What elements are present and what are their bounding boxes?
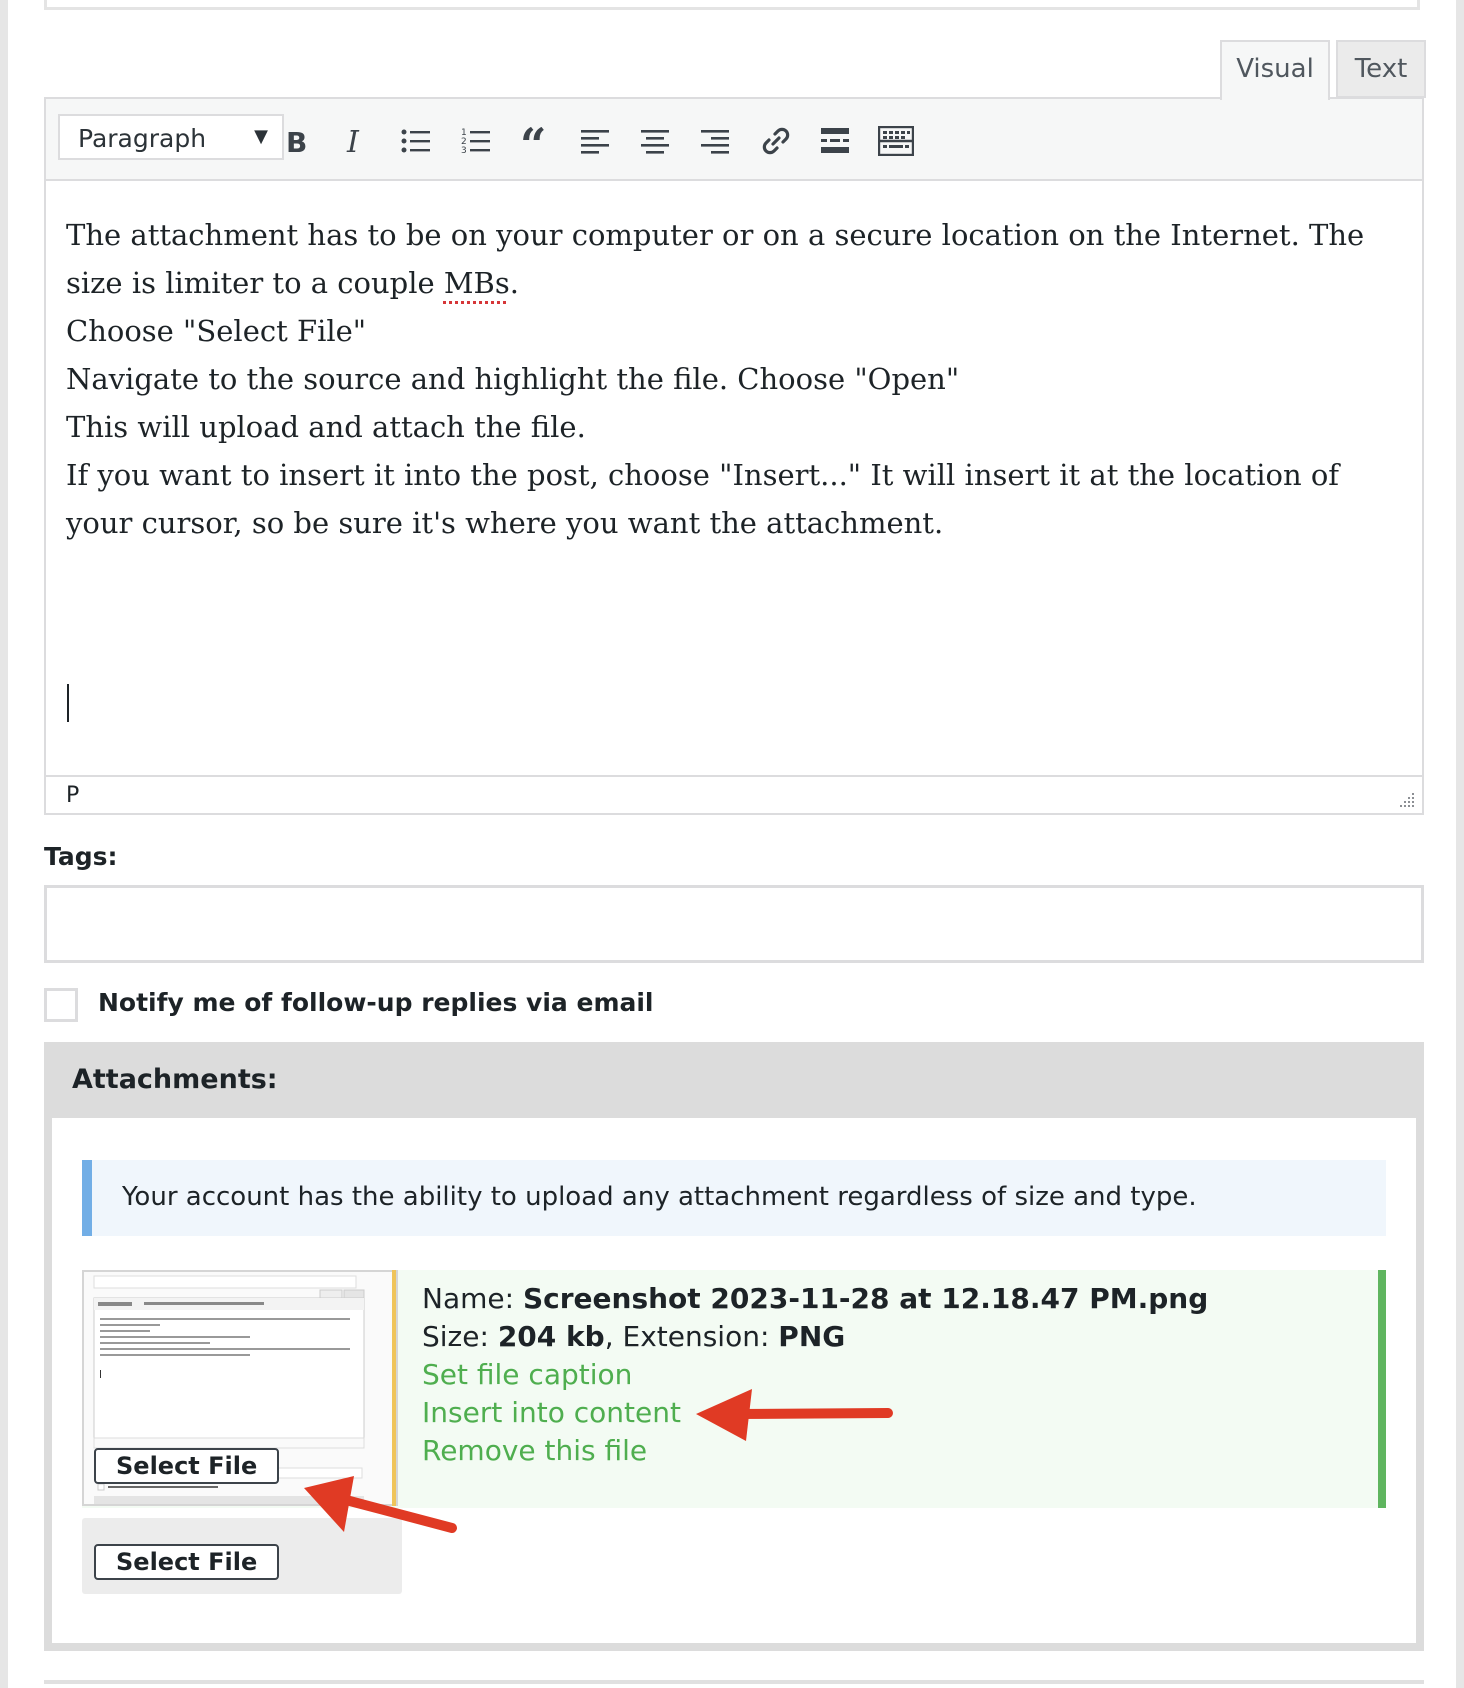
tab-text[interactable]: Text	[1336, 40, 1426, 98]
insert-into-content-link[interactable]: Insert into content	[422, 1394, 1208, 1432]
attachment-file-card: Select File Name: Screenshot 2023-11-28 …	[82, 1270, 1386, 1508]
file-size: 204 kb	[497, 1320, 605, 1353]
attachments-title: Attachments:	[72, 1064, 278, 1095]
link-icon[interactable]	[754, 119, 798, 163]
format-select-value: Paragraph	[78, 124, 207, 153]
svg-text:“: “	[520, 127, 546, 155]
editor-paragraph: Navigate to the source and highlight the…	[66, 362, 960, 396]
svg-text:B: B	[286, 127, 307, 155]
blockquote-icon[interactable]: “	[514, 119, 558, 163]
bold-icon[interactable]: B	[274, 119, 318, 163]
notify-label[interactable]: Notify me of follow-up replies via email	[98, 988, 654, 1017]
editor-toolbar: Paragraph ▼ B I 123 “	[46, 99, 1422, 181]
align-center-icon[interactable]	[634, 119, 678, 163]
align-right-icon[interactable]	[694, 119, 738, 163]
spellcheck-word: MBs	[443, 266, 510, 300]
file-extension: PNG	[778, 1320, 846, 1353]
file-name: Screenshot 2023-11-28 at 12.18.47 PM.png	[522, 1282, 1209, 1315]
numbered-list-icon[interactable]: 123	[454, 119, 498, 163]
select-file-button-overlay[interactable]: Select File	[94, 1448, 280, 1484]
page-right-border	[1456, 0, 1464, 1688]
file-details: Name: Screenshot 2023-11-28 at 12.18.47 …	[422, 1280, 1208, 1470]
editor-paragraph: This will upload and attach the file.	[66, 410, 586, 444]
set-caption-link[interactable]: Set file caption	[422, 1356, 1208, 1394]
rich-text-editor: Paragraph ▼ B I 123 “ The attachment has…	[44, 97, 1424, 815]
editor-paragraph: The attachment has to be on your compute…	[66, 218, 1365, 300]
attachments-panel: Your account has the ability to upload a…	[52, 1118, 1416, 1643]
editor-statusbar: P	[46, 775, 1422, 813]
thumbnail-edge	[392, 1270, 396, 1506]
editor-paragraph: If you want to insert it into the post, …	[66, 458, 1340, 540]
upload-notice-text: Your account has the ability to upload a…	[122, 1182, 1197, 1212]
tab-visual[interactable]: Visual	[1220, 40, 1330, 100]
italic-icon[interactable]: I	[334, 119, 378, 163]
attachments-section: Attachments: Your account has the abilit…	[44, 1042, 1424, 1651]
read-more-icon[interactable]	[814, 119, 858, 163]
chevron-down-icon: ▼	[254, 126, 268, 147]
element-path[interactable]: P	[66, 783, 79, 808]
format-select[interactable]: Paragraph ▼	[58, 114, 284, 160]
resize-handle-icon[interactable]	[1396, 793, 1416, 809]
previous-field-box	[44, 0, 1420, 10]
tags-input[interactable]	[44, 885, 1424, 963]
upload-notice: Your account has the ability to upload a…	[82, 1160, 1386, 1236]
bullet-list-icon[interactable]	[394, 119, 438, 163]
align-left-icon[interactable]	[574, 119, 618, 163]
file-size-row: Size: 204 kb, Extension: PNG	[422, 1320, 846, 1353]
upload-panel: Select File	[82, 1518, 402, 1594]
bottom-divider	[44, 1680, 1424, 1684]
remove-file-link[interactable]: Remove this file	[422, 1432, 1208, 1470]
file-name-row: Name: Screenshot 2023-11-28 at 12.18.47 …	[422, 1282, 1209, 1315]
editor-content-area[interactable]: The attachment has to be on your compute…	[66, 211, 1406, 547]
toolbar-toggle-icon[interactable]	[874, 119, 918, 163]
svg-text:3: 3	[461, 146, 467, 155]
page-left-border	[0, 0, 8, 1688]
notify-checkbox[interactable]	[44, 988, 78, 1022]
editor-paragraph: Choose "Select File"	[66, 314, 367, 348]
svg-text:I: I	[346, 127, 360, 155]
text-cursor	[67, 684, 69, 722]
select-file-button[interactable]: Select File	[94, 1544, 280, 1580]
tags-label: Tags:	[44, 842, 118, 871]
